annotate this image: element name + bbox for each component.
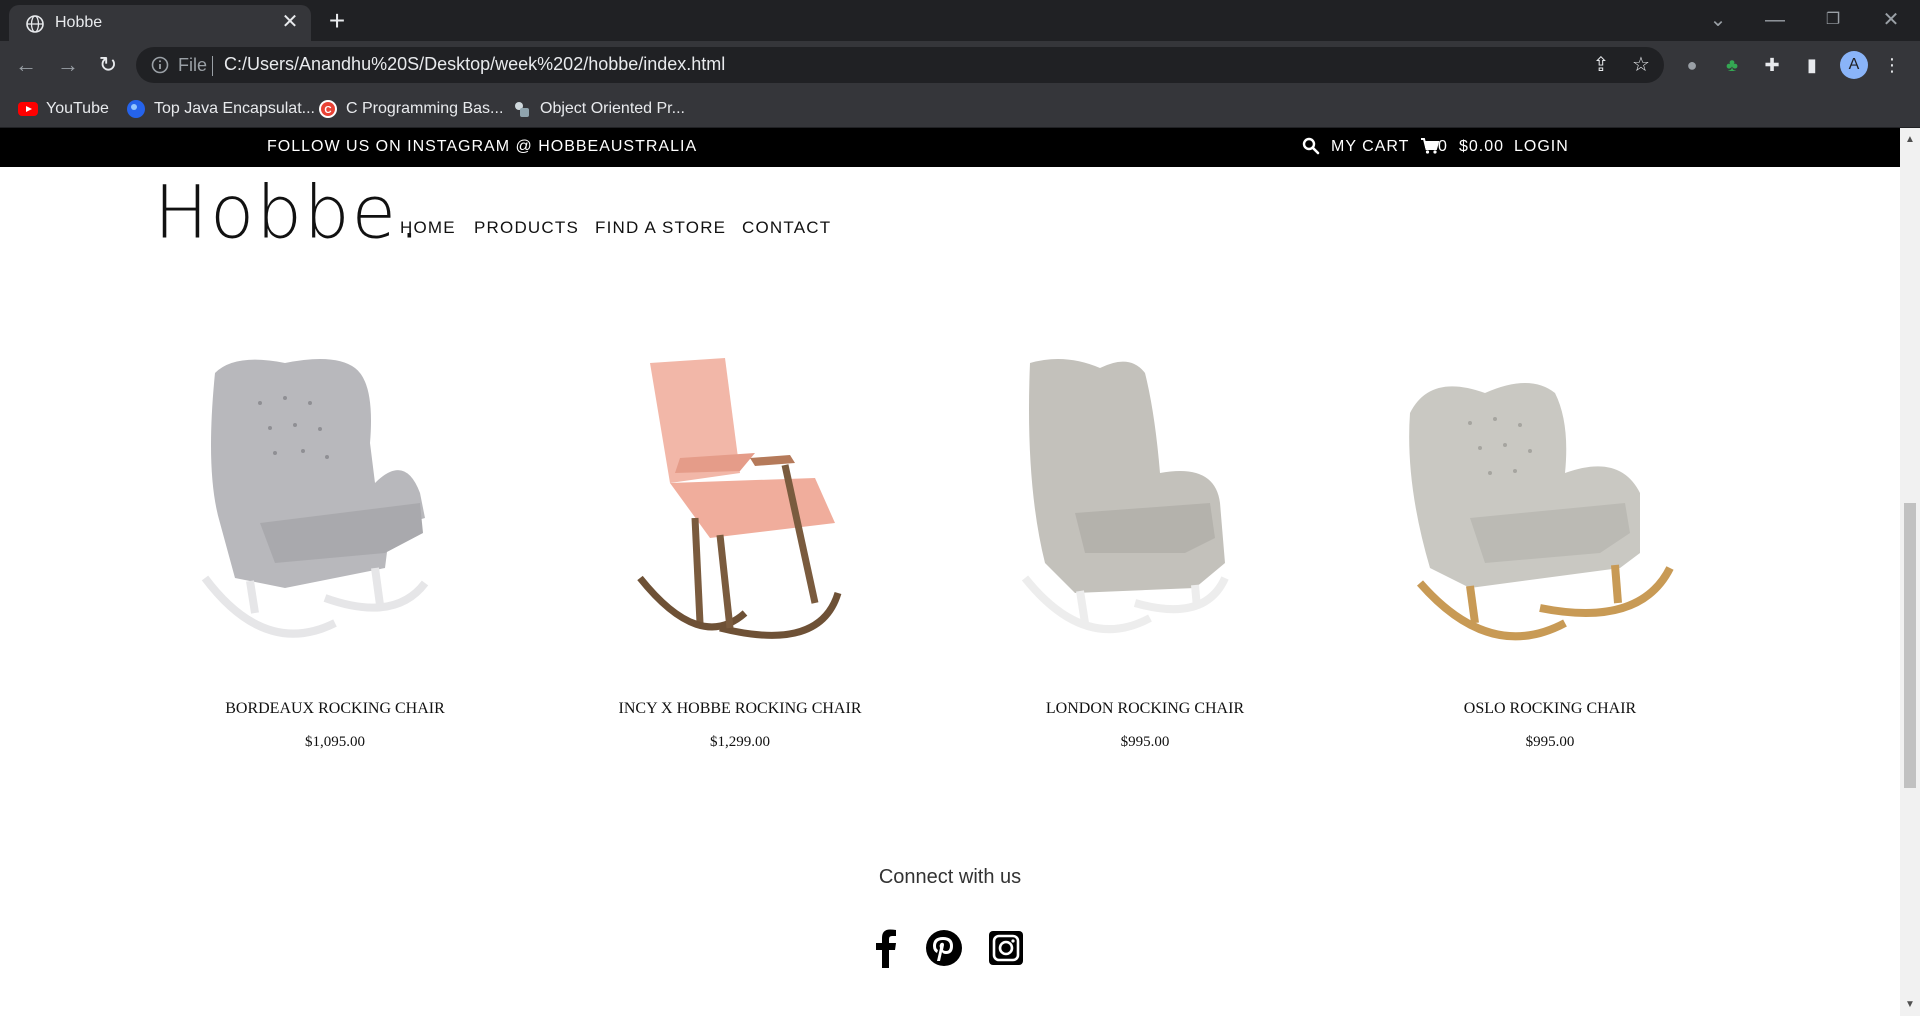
nav-products[interactable]: PRODUCTS xyxy=(474,218,579,238)
nav-contact[interactable]: CONTACT xyxy=(742,218,831,238)
url-text[interactable]: C:/Users/Anandhu%20S/Desktop/week%202/ho… xyxy=(224,54,725,75)
product-image-oslo[interactable] xyxy=(1390,353,1710,673)
my-cart-link[interactable]: MY CART xyxy=(1331,138,1409,156)
youtube-icon xyxy=(18,102,38,116)
new-tab-button[interactable]: + xyxy=(323,7,351,36)
bookmark-java[interactable]: Top Java Encapsulat... xyxy=(126,96,315,122)
menu-kebab-icon[interactable]: ⋮ xyxy=(1880,53,1904,77)
product-price: $1,299.00 xyxy=(710,734,770,750)
product-name[interactable]: BORDEAUX ROCKING CHAIR xyxy=(145,700,525,718)
nav-home[interactable]: HOME xyxy=(400,218,456,238)
product-name[interactable]: INCY X HOBBE ROCKING CHAIR xyxy=(550,700,930,718)
product-image-bordeaux[interactable] xyxy=(175,353,495,673)
browser-tab-strip: Hobbe ✕ + ⌄ — ❐ ✕ xyxy=(0,0,1920,41)
product-card[interactable]: LONDON ROCKING CHAIR $995.00 xyxy=(955,353,1335,803)
reload-button[interactable]: ↻ xyxy=(94,51,122,79)
product-image-london[interactable] xyxy=(985,353,1305,673)
back-button[interactable]: ← xyxy=(12,51,40,79)
bookmark-c-programming[interactable]: C C Programming Bas... xyxy=(318,96,503,122)
svg-text:C: C xyxy=(324,105,331,116)
browser-toolbar: ← → ↻ File C:/Users/Anandhu%20S/Desktop/… xyxy=(0,41,1920,90)
restore-button[interactable]: ❐ xyxy=(1818,6,1848,34)
extension-icon[interactable]: ● xyxy=(1680,53,1704,77)
product-name[interactable]: LONDON ROCKING CHAIR xyxy=(955,700,1335,718)
globe-icon xyxy=(26,15,44,33)
instagram-follow-link[interactable]: FOLLOW US ON INSTAGRAM @ HOBBEAUSTRALIA xyxy=(267,138,697,156)
forward-button[interactable]: → xyxy=(54,51,82,79)
shopping-cart-icon[interactable] xyxy=(1420,137,1440,155)
oop-icon xyxy=(515,102,529,117)
tab-search-icon[interactable]: ⌄ xyxy=(1703,6,1733,34)
bookmark-oop[interactable]: Object Oriented Pr... xyxy=(512,96,692,122)
pinterest-icon[interactable] xyxy=(924,928,964,968)
close-tab-icon[interactable]: ✕ xyxy=(279,11,301,33)
profile-avatar[interactable]: A xyxy=(1840,51,1868,79)
page-scrollbar[interactable]: ▲ ▼ xyxy=(1900,128,1920,1016)
scrollbar-thumb[interactable] xyxy=(1904,503,1916,788)
bookmarks-bar: YouTube Top Java Encapsulat... C C Progr… xyxy=(0,90,1920,128)
info-icon[interactable] xyxy=(150,55,170,75)
nav-find-a-store[interactable]: FIND A STORE xyxy=(595,218,726,238)
side-panel-icon[interactable]: ▮ xyxy=(1800,53,1824,77)
cart-count: 0 xyxy=(1438,138,1448,155)
java-icon xyxy=(127,100,145,118)
product-price: $995.00 xyxy=(1120,734,1170,750)
product-card[interactable]: BORDEAUX ROCKING CHAIR $1,095.00 xyxy=(145,353,525,803)
bookmark-youtube[interactable]: YouTube xyxy=(18,96,118,122)
scroll-down-icon[interactable]: ▼ xyxy=(1905,999,1915,1010)
search-icon[interactable] xyxy=(1302,137,1320,155)
scroll-up-icon[interactable]: ▲ xyxy=(1905,134,1915,145)
close-window-button[interactable]: ✕ xyxy=(1876,6,1906,34)
bookmark-star-icon[interactable]: ☆ xyxy=(1630,54,1652,76)
browser-tab[interactable]: Hobbe ✕ xyxy=(9,5,311,41)
cart-total: $0.00 xyxy=(1459,138,1505,155)
share-icon[interactable]: ⇪ xyxy=(1590,54,1612,76)
puzzle-icon[interactable]: ✚ xyxy=(1760,53,1784,77)
product-card[interactable]: INCY X HOBBE ROCKING CHAIR $1,299.00 xyxy=(550,353,930,803)
instagram-icon[interactable] xyxy=(986,928,1026,968)
product-image-incy[interactable] xyxy=(580,353,900,673)
page-viewport: FOLLOW US ON INSTAGRAM @ HOBBEAUSTRALIA … xyxy=(0,128,1920,1016)
connect-heading: Connect with us xyxy=(878,866,1022,888)
c-lang-icon: C xyxy=(319,100,337,118)
login-link[interactable]: LOGIN xyxy=(1514,138,1569,156)
product-price: $1,095.00 xyxy=(305,734,365,750)
hobbe-logo[interactable]: Hobbe. xyxy=(154,169,423,255)
tree-extension-icon[interactable]: ♣ xyxy=(1720,53,1744,77)
product-card[interactable]: OSLO ROCKING CHAIR $995.00 xyxy=(1360,353,1740,803)
announcement-bar: FOLLOW US ON INSTAGRAM @ HOBBEAUSTRALIA … xyxy=(0,128,1900,167)
product-name[interactable]: OSLO ROCKING CHAIR xyxy=(1360,700,1740,718)
minimize-button[interactable]: — xyxy=(1760,6,1790,34)
file-label: File xyxy=(178,55,208,75)
facebook-icon[interactable] xyxy=(866,928,906,968)
divider xyxy=(212,56,213,76)
tab-title: Hobbe xyxy=(55,14,103,31)
address-bar[interactable]: File C:/Users/Anandhu%20S/Desktop/week%2… xyxy=(136,47,1664,83)
product-price: $995.00 xyxy=(1525,734,1575,750)
